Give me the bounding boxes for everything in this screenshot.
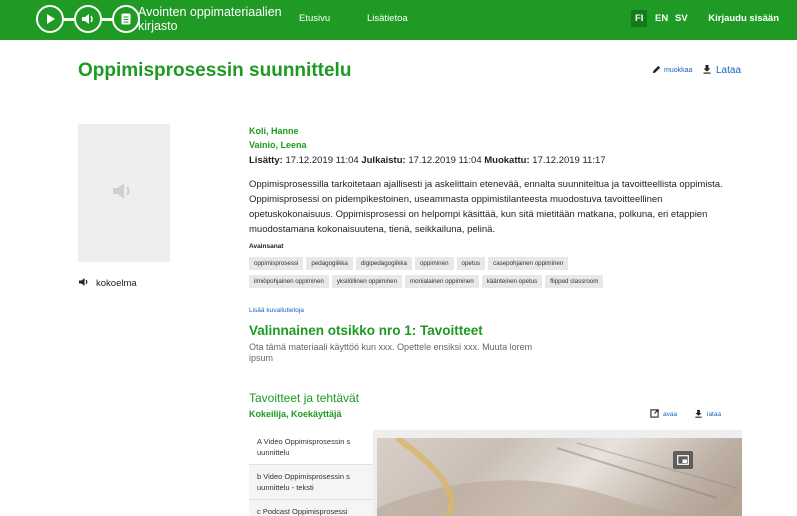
published-label: Julkaistu: (361, 155, 406, 166)
keyword-tag[interactable]: ilmiöpohjainen oppiminen (249, 275, 329, 288)
login-link[interactable]: Kirjaudu sisään (708, 13, 779, 24)
added-value: 17.12.2019 11:04 (285, 155, 359, 166)
author-link[interactable]: Koli, Hanne (249, 126, 299, 136)
play-icon (36, 5, 64, 33)
keyword-tag[interactable]: pedagogiikka (306, 257, 353, 270)
edit-button[interactable]: muokkaa (652, 65, 692, 76)
keyword-tag[interactable]: digipedagogiikka (355, 257, 412, 270)
top-navigation-bar: Avointen oppimateriaalien kirjasto Etusi… (0, 0, 797, 40)
video-frame-image (377, 438, 742, 516)
section-download-button[interactable]: lataa (694, 409, 721, 420)
modified-label: Muokattu: (484, 155, 530, 166)
playlist-item[interactable]: b Video Oppimisprosessin s uunnittelu - … (249, 465, 373, 500)
lang-en[interactable]: EN (651, 10, 672, 27)
material-thumbnail (78, 124, 170, 262)
lang-sv[interactable]: SV (671, 10, 692, 27)
site-logo[interactable] (36, 5, 140, 33)
keyword-tag[interactable]: oppiminen (414, 257, 454, 270)
speaker-icon (78, 277, 90, 290)
open-button[interactable]: avaa (650, 409, 677, 420)
keyword-tag[interactable]: monialainen oppiminen (405, 275, 479, 288)
section-download-label: lataa (707, 411, 722, 418)
nav-info[interactable]: Lisätietoa (367, 13, 408, 24)
download-icon (694, 409, 703, 420)
collection-link[interactable]: kokoelma (78, 277, 137, 290)
media-player: A Video Oppimisprosessin s uunnittelu b … (249, 430, 742, 516)
optional-heading: Valinnainen otsikko nro 1: Tavoitteet (249, 323, 483, 338)
published-value: 17.12.2019 11:04 (408, 155, 482, 166)
nav-home[interactable]: Etusivu (299, 13, 330, 24)
logo-connector (102, 17, 112, 21)
lang-fi[interactable]: FI (631, 10, 648, 27)
dates-line: Lisätty: 17.12.2019 11:04 Julkaistu: 17.… (249, 155, 606, 166)
keywords-row: oppimisprosessi pedagogiikka digipedagog… (249, 257, 569, 270)
logo-connector (64, 17, 74, 21)
page-title: Oppimisprosessin suunnittelu (78, 60, 352, 81)
section-authors[interactable]: Kokeilija, Koekäyttäjä (249, 409, 342, 419)
audio-icon (74, 5, 102, 33)
picture-in-picture-icon[interactable] (673, 451, 693, 469)
download-label: Lataa (716, 65, 742, 76)
keyword-tag[interactable]: opetus (456, 257, 486, 270)
section-title: Tavoitteet ja tehtävät (249, 391, 360, 405)
playlist-item[interactable]: A Video Oppimisprosessin s uunnittelu (249, 430, 373, 465)
download-icon (702, 64, 712, 77)
playlist-item[interactable]: c Podcast Oppimisprosessi (249, 500, 373, 516)
keyword-tag[interactable]: oppimisprosessi (249, 257, 304, 270)
download-button[interactable]: Lataa (702, 64, 741, 77)
pencil-icon (652, 65, 661, 76)
collection-label: kokoelma (96, 278, 137, 289)
speaker-icon (111, 180, 137, 207)
document-icon (112, 5, 140, 33)
keyword-tag[interactable]: käänteinen opetus (481, 275, 543, 288)
open-label: avaa (663, 411, 678, 418)
more-info-link[interactable]: Lisää kuvailutietoja (249, 307, 304, 314)
keyword-tag[interactable]: casepohjainen oppiminen (488, 257, 569, 270)
modified-value: 17.12.2019 11:17 (532, 155, 606, 166)
edit-label: muokkaa (664, 67, 693, 74)
video-preview[interactable] (377, 438, 742, 516)
material-description: Oppimisprosessilla tarkoitetaan ajallise… (249, 179, 723, 235)
keyword-tag[interactable]: flipped classroom (545, 275, 604, 288)
added-label: Lisätty: (249, 155, 283, 166)
open-external-icon (650, 409, 659, 420)
keyword-tag[interactable]: yksilöllinen oppiminen (331, 275, 403, 288)
brand-name[interactable]: Avointen oppimateriaalien kirjasto (138, 5, 288, 33)
keywords-title: Avainsanat (249, 243, 284, 250)
author-link[interactable]: Vainio, Leena (249, 140, 307, 150)
keywords-row: ilmiöpohjainen oppiminen yksilöllinen op… (249, 275, 604, 288)
optional-text: Ota tämä materiaali käyttöö kun xxx. Ope… (249, 342, 533, 363)
playlist: A Video Oppimisprosessin s uunnittelu b … (249, 430, 373, 516)
